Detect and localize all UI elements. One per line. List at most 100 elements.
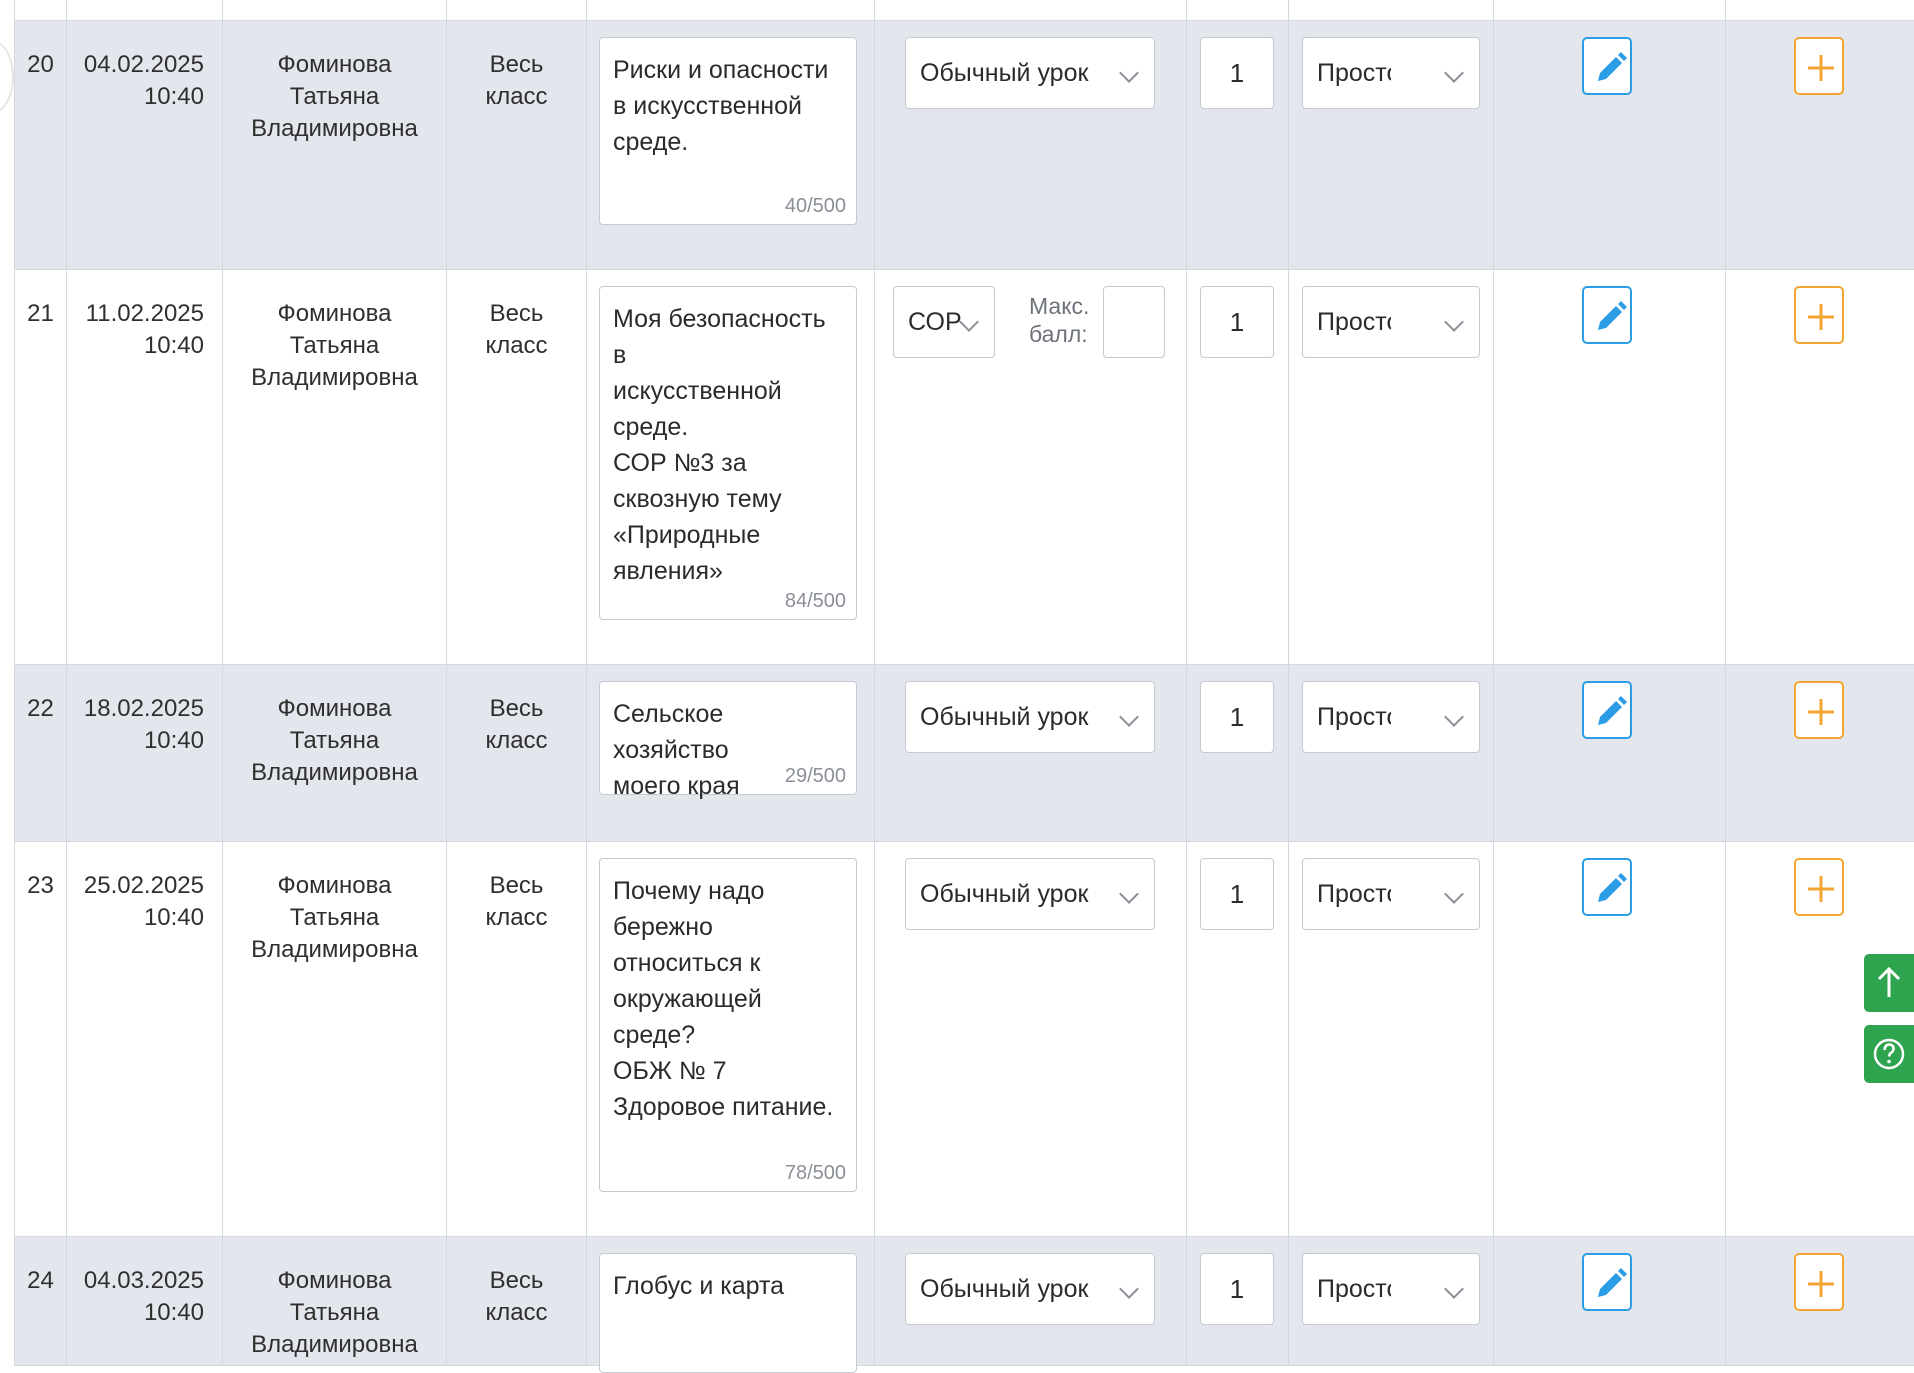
add-button[interactable] xyxy=(1794,1253,1844,1311)
question-circle-icon xyxy=(1864,1025,1914,1083)
topic-textarea[interactable]: Почему надо бережно относиться к окружаю… xyxy=(599,858,857,1192)
hours-input[interactable]: 1 xyxy=(1200,1253,1274,1325)
mode-value: Простой xyxy=(1317,859,1391,929)
mode-cell: Простой xyxy=(1289,21,1494,270)
hours-input[interactable]: 1 xyxy=(1200,858,1274,930)
arrow-up-icon xyxy=(1864,954,1914,1012)
plus-icon xyxy=(1796,860,1846,918)
mode-cell: Простой xyxy=(1289,270,1494,665)
lesson-type-value: Обычный урок xyxy=(920,59,1088,87)
mode-select[interactable]: Простой xyxy=(1302,858,1480,930)
topic-textarea[interactable]: Глобус и карта xyxy=(599,1253,857,1373)
chevron-down-icon xyxy=(1444,63,1464,83)
plus-icon xyxy=(1796,39,1846,97)
mode-select[interactable]: Простой xyxy=(1302,286,1480,358)
lesson-number: 20 xyxy=(15,21,67,270)
table-row: 21 11.02.2025 10:40 Фоминова Татьяна Вла… xyxy=(15,270,1914,665)
table-row: 24 04.03.2025 10:40 Фоминова Татьяна Вла… xyxy=(15,1237,1914,1366)
side-panel-handle[interactable] xyxy=(0,40,14,114)
mode-cell: Простой xyxy=(1289,842,1494,1237)
table-row: 22 18.02.2025 10:40 Фоминова Татьяна Вла… xyxy=(15,665,1914,842)
group-name: Весь класс xyxy=(447,21,587,270)
edit-cell xyxy=(1494,665,1726,842)
mode-select[interactable]: Простой xyxy=(1302,681,1480,753)
edit-cell xyxy=(1494,842,1726,1237)
lesson-datetime: 11.02.2025 10:40 xyxy=(67,270,223,665)
table-row: 20 04.02.2025 10:40 Фоминова Татьяна Вла… xyxy=(15,21,1914,270)
lesson-time: 10:40 xyxy=(67,81,204,113)
lesson-type-select[interactable]: СОР xyxy=(893,286,995,358)
lesson-date: 18.02.2025 xyxy=(67,693,204,725)
topic-textarea[interactable]: Риски и опасности в искусственной среде.… xyxy=(599,37,857,225)
add-cell xyxy=(1726,21,1914,270)
teacher-name: Фоминова Татьяна Владимировна xyxy=(223,21,447,270)
topic-text: Риски и опасности в искусственной среде. xyxy=(613,52,844,160)
chevron-down-icon xyxy=(1119,63,1139,83)
mode-select[interactable]: Простой xyxy=(1302,37,1480,109)
plus-icon xyxy=(1796,1255,1846,1313)
lesson-type-cell: Обычный урок xyxy=(875,21,1187,270)
lesson-number: 24 xyxy=(15,1237,67,1366)
add-button[interactable] xyxy=(1794,286,1844,344)
topic-textarea[interactable]: Сельское хозяйство моего края 29/500 xyxy=(599,681,857,795)
lesson-number: 22 xyxy=(15,665,67,842)
edit-button[interactable] xyxy=(1582,286,1632,344)
lesson-type-select[interactable]: Обычный урок xyxy=(905,681,1155,753)
edit-cell xyxy=(1494,21,1726,270)
mode-select[interactable]: Простой xyxy=(1302,1253,1480,1325)
lesson-date: 25.02.2025 xyxy=(67,870,204,902)
add-cell xyxy=(1726,270,1914,665)
group-name: Весь класс xyxy=(447,270,587,665)
scroll-to-top-button[interactable] xyxy=(1864,954,1914,1012)
hours-input[interactable]: 1 xyxy=(1200,37,1274,109)
help-button[interactable] xyxy=(1864,1025,1914,1083)
edit-button[interactable] xyxy=(1582,681,1632,739)
topic-textarea[interactable]: Моя безопасность в искусственной среде. … xyxy=(599,286,857,620)
max-score-input[interactable] xyxy=(1103,286,1165,358)
lesson-type-select[interactable]: Обычный урок xyxy=(905,1253,1155,1325)
topic-text: Почему надо бережно относиться к окружаю… xyxy=(613,873,844,1125)
lesson-number: 23 xyxy=(15,842,67,1237)
edit-button[interactable] xyxy=(1582,858,1632,916)
topic-cell: Сельское хозяйство моего края 29/500 xyxy=(587,665,875,842)
lesson-number: 21 xyxy=(15,270,67,665)
lesson-type-select[interactable]: Обычный урок xyxy=(905,858,1155,930)
add-button[interactable] xyxy=(1794,37,1844,95)
lesson-datetime: 04.02.2025 10:40 xyxy=(67,21,223,270)
lesson-datetime: 04.03.2025 10:40 xyxy=(67,1237,223,1366)
char-counter: 78/500 xyxy=(785,1161,846,1185)
chevron-down-icon xyxy=(1119,707,1139,727)
topic-cell: Почему надо бережно относиться к окружаю… xyxy=(587,842,875,1237)
table-row: 23 25.02.2025 10:40 Фоминова Татьяна Вла… xyxy=(15,842,1914,1237)
add-button[interactable] xyxy=(1794,858,1844,916)
topic-cell: Глобус и карта xyxy=(587,1237,875,1366)
teacher-name: Фоминова Татьяна Владимировна xyxy=(223,665,447,842)
lesson-type-select[interactable]: Обычный урок xyxy=(905,37,1155,109)
edit-cell xyxy=(1494,1237,1726,1366)
hours-input[interactable]: 1 xyxy=(1200,286,1274,358)
topic-cell: Моя безопасность в искусственной среде. … xyxy=(587,270,875,665)
lessons-table: 20 04.02.2025 10:40 Фоминова Татьяна Вла… xyxy=(14,0,1914,1366)
edit-button[interactable] xyxy=(1582,37,1632,95)
edit-button[interactable] xyxy=(1582,1253,1632,1311)
lesson-type-cell: Обычный урок xyxy=(875,842,1187,1237)
lesson-type-cell: Обычный урок xyxy=(875,1237,1187,1366)
lesson-type-value: Обычный урок xyxy=(920,880,1088,908)
lesson-type-value: СОР xyxy=(908,308,962,336)
lesson-time: 10:40 xyxy=(67,725,204,757)
hours-input[interactable]: 1 xyxy=(1200,681,1274,753)
char-counter: 84/500 xyxy=(785,589,846,613)
teacher-name: Фоминова Татьяна Владимировна xyxy=(223,270,447,665)
teacher-name: Фоминова Татьяна Владимировна xyxy=(223,1237,447,1366)
lesson-time: 10:40 xyxy=(67,330,204,362)
lesson-type-cell: Обычный урок xyxy=(875,665,1187,842)
add-button[interactable] xyxy=(1794,681,1844,739)
lesson-date: 04.02.2025 xyxy=(67,49,204,81)
char-counter: 40/500 xyxy=(785,194,846,218)
topic-text: Глобус и карта xyxy=(613,1268,844,1304)
lesson-date: 11.02.2025 xyxy=(67,298,204,330)
chevron-down-icon xyxy=(1444,707,1464,727)
group-name: Весь класс xyxy=(447,1237,587,1366)
chevron-down-icon xyxy=(1119,884,1139,904)
hours-cell: 1 xyxy=(1187,665,1289,842)
